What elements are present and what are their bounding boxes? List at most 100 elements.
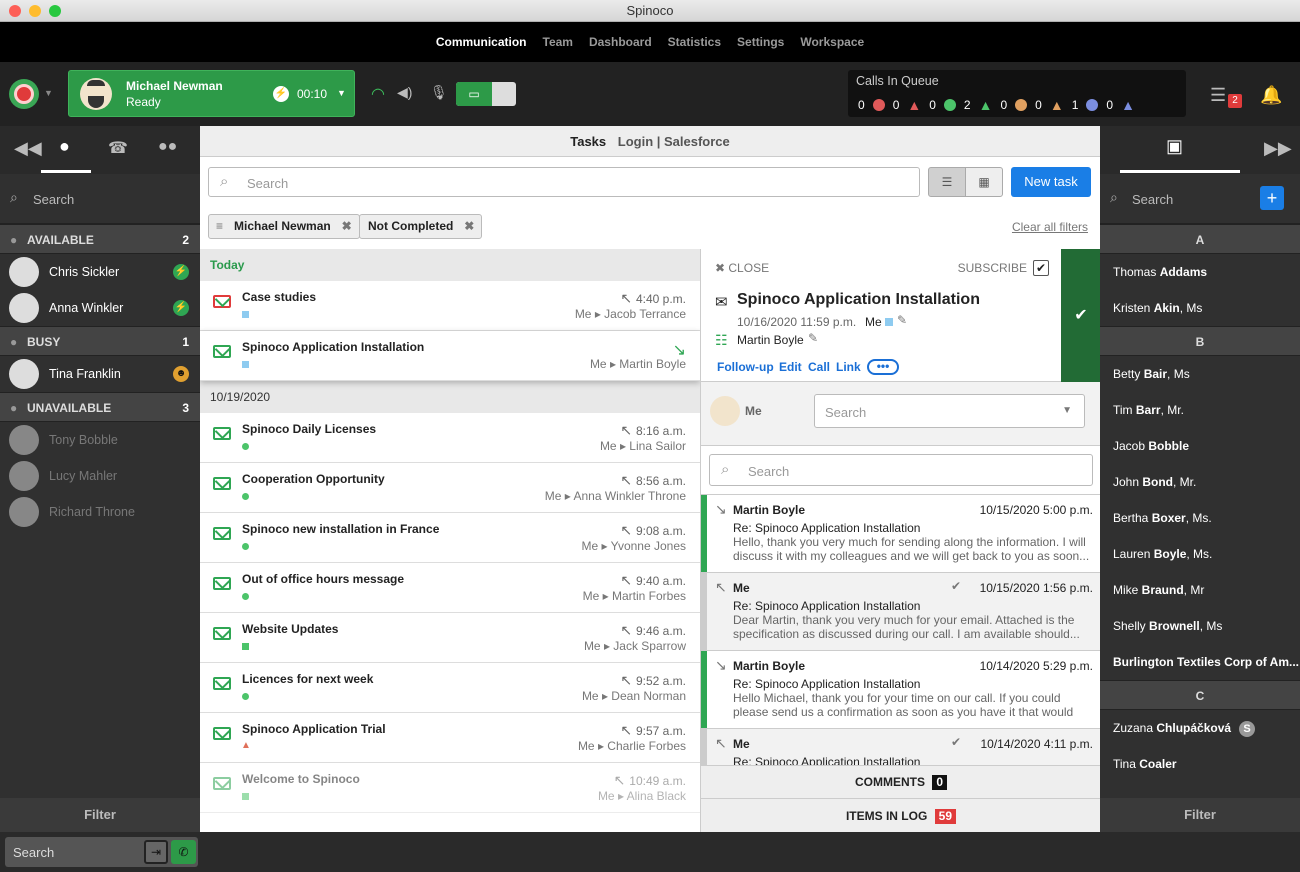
task-search-field[interactable]: ⌕ Search <box>208 167 920 197</box>
close-window-button[interactable] <box>9 5 21 17</box>
task-row[interactable]: Case studies ↖ 4:40 p.m. Me ▸ Jacob Terr… <box>200 281 700 331</box>
complete-checkmark-icon[interactable]: ✔ <box>1061 249 1101 382</box>
contact-item[interactable]: Jacob Bobble <box>1100 428 1300 464</box>
zoom-window-button[interactable] <box>49 5 61 17</box>
contact-item[interactable]: Mike Braund, Mr <box>1100 572 1300 608</box>
agent-card[interactable]: Michael Newman Ready ⚡ 00:10 ▼ <box>68 70 355 117</box>
task-time: ↖ 9:57 a.m. <box>620 722 686 739</box>
left-search[interactable]: ⌕ Search <box>0 174 200 224</box>
remove-filter-icon[interactable]: ✖ <box>342 215 352 238</box>
message-item[interactable]: ↘ Martin Boyle 10/15/2020 5:00 p.m. Re: … <box>701 495 1101 573</box>
task-row[interactable]: Spinoco new installation in France ↖ 9:0… <box>200 513 700 563</box>
task-list-icon[interactable]: ☰ <box>1210 85 1226 106</box>
task-row[interactable]: Spinoco Daily Licenses ↖ 8:16 a.m. Me ▸ … <box>200 413 700 463</box>
team-member[interactable]: Chris Sickler ⚡ <box>0 254 200 290</box>
edit-pencil-icon[interactable]: ✎ <box>808 331 818 345</box>
items-in-log-button[interactable]: ITEMS IN LOG 59 <box>701 798 1101 832</box>
task-time-text: 4:40 p.m. <box>635 292 686 306</box>
task-row[interactable]: Out of office hours message ↖ 9:40 a.m. … <box>200 563 700 613</box>
calendar-view-icon[interactable]: ▦ <box>965 167 1003 197</box>
right-search[interactable]: ⌕ Search + <box>1100 174 1300 224</box>
log-search-field[interactable]: ⌕ Search <box>709 454 1093 486</box>
contact-item[interactable]: Bertha Boxer, Ms. <box>1100 500 1300 536</box>
team-member[interactable]: Tina Franklin ☻ <box>0 356 200 392</box>
contact-item[interactable]: Tina Coaler <box>1100 746 1300 782</box>
dial-search-input[interactable]: Search <box>13 845 54 860</box>
group-icon[interactable]: ●● <box>158 138 177 156</box>
team-member[interactable]: Lucy Mahler <box>0 458 200 494</box>
filter-chip-status[interactable]: Not Completed ✖ <box>359 214 483 239</box>
follow-up-link[interactable]: Follow-up <box>717 360 774 374</box>
transfer-icon[interactable]: ⇥ <box>144 840 168 864</box>
task-row-selected[interactable]: Spinoco Application Installation ↘ Me ▸ … <box>200 331 700 381</box>
new-task-button[interactable]: New task <box>1011 167 1091 197</box>
subscribe-checkbox[interactable]: ✔ <box>1033 260 1049 276</box>
message-item[interactable]: ↘ Martin Boyle 10/14/2020 5:29 p.m. Re: … <box>701 651 1101 729</box>
contact-item[interactable]: John Bond, Mr. <box>1100 464 1300 500</box>
contact-item[interactable]: Burlington Textiles Corp of Am... <box>1100 644 1300 680</box>
team-member[interactable]: Richard Throne <box>0 494 200 530</box>
message-item[interactable]: ↖ Me ✔ 10/15/2020 1:56 p.m. Re: Spinoco … <box>701 573 1101 651</box>
status-dropdown-icon[interactable]: ▼ <box>44 88 53 98</box>
nav-settings[interactable]: Settings <box>737 35 784 49</box>
nav-communication[interactable]: Communication <box>436 35 527 49</box>
team-member[interactable]: Anna Winkler ⚡ <box>0 290 200 326</box>
contacts-book-icon[interactable]: ▣ <box>1166 136 1183 157</box>
group-header-unavailable[interactable]: ● UNAVAILABLE 3 <box>0 392 200 422</box>
nav-statistics[interactable]: Statistics <box>668 35 721 49</box>
collapse-left-icon[interactable]: ◀◀ <box>14 138 42 159</box>
task-row[interactable]: Welcome to Spinoco ↖ 10:49 a.m. Me ▸ Ali… <box>200 763 700 813</box>
task-row[interactable]: Website Updates ↖ 9:46 a.m. Me ▸ Jack Sp… <box>200 613 700 663</box>
status-toggle-icon[interactable] <box>9 79 39 109</box>
filter-chip-owner[interactable]: ≡ Michael Newman ✖ <box>208 214 360 239</box>
clear-filters-link[interactable]: Clear all filters <box>1012 220 1088 234</box>
bell-icon[interactable]: 🔔 <box>1260 85 1282 106</box>
left-filter-button[interactable]: Filter <box>0 798 200 832</box>
microphone-icon[interactable]: 🎙 <box>430 84 448 101</box>
screen-share-toggle[interactable]: ▭ <box>456 82 516 106</box>
add-contact-plus-icon[interactable]: + <box>1260 186 1284 210</box>
link-link[interactable]: Link <box>836 360 861 374</box>
contact-item[interactable]: Zuzana Chlupáčková S <box>1100 710 1300 746</box>
log-search-input[interactable]: Search <box>748 464 789 479</box>
minimize-window-button[interactable] <box>29 5 41 17</box>
group-header-busy[interactable]: ● BUSY 1 <box>0 326 200 356</box>
contact-item[interactable]: Betty Bair, Ms <box>1100 356 1300 392</box>
assignee-select[interactable]: Search ▼ <box>814 394 1085 428</box>
agent-dropdown-icon[interactable]: ▼ <box>337 88 346 98</box>
list-view-icon[interactable]: ☰ <box>928 167 966 197</box>
call-phone-icon[interactable]: ✆ <box>171 840 196 864</box>
task-search-input[interactable]: Search <box>247 176 288 191</box>
contact-item[interactable]: Tim Barr, Mr. <box>1100 392 1300 428</box>
salesforce-link[interactable]: Login | Salesforce <box>618 134 730 149</box>
person-icon[interactable]: ● <box>59 136 70 157</box>
close-detail-button[interactable]: ✖ CLOSE <box>715 261 769 275</box>
speaker-icon[interactable]: ◀) <box>397 84 412 101</box>
contact-item[interactable]: Shelly Brownell, Ms <box>1100 608 1300 644</box>
team-member[interactable]: Tony Bobble <box>0 422 200 458</box>
contact-search-input[interactable]: Search <box>1132 192 1173 207</box>
left-search-input[interactable]: Search <box>33 192 74 207</box>
expand-right-icon[interactable]: ▶▶ <box>1264 138 1292 159</box>
task-row[interactable]: Spinoco Application Trial ↖ 9:57 a.m. Me… <box>200 713 700 763</box>
nav-team[interactable]: Team <box>543 35 573 49</box>
contact-item[interactable]: Thomas Addams <box>1100 254 1300 290</box>
task-time-text: 8:16 a.m. <box>635 424 686 438</box>
nav-workspace[interactable]: Workspace <box>800 35 864 49</box>
remove-filter-icon[interactable]: ✖ <box>464 215 474 238</box>
more-actions-icon[interactable]: ••• <box>867 359 899 375</box>
message-item[interactable]: ↖ Me ✔ 10/14/2020 4:11 p.m. Re: Spinoco … <box>701 729 1101 765</box>
dial-search-field[interactable]: Search ⇥ ✆ <box>5 837 198 867</box>
task-row[interactable]: Licences for next week ↖ 9:52 a.m. Me ▸ … <box>200 663 700 713</box>
edit-pencil-icon[interactable]: ✎ <box>897 313 907 327</box>
right-filter-button[interactable]: Filter <box>1100 798 1300 832</box>
contact-item[interactable]: Kristen Akin, Ms <box>1100 290 1300 326</box>
phone-icon[interactable]: ☎ <box>108 138 128 158</box>
group-header-available[interactable]: ● AVAILABLE 2 <box>0 224 200 254</box>
comments-button[interactable]: COMMENTS 0 <box>701 765 1101 798</box>
call-link[interactable]: Call <box>808 360 830 374</box>
task-row[interactable]: Cooperation Opportunity ↖ 8:56 a.m. Me ▸… <box>200 463 700 513</box>
nav-dashboard[interactable]: Dashboard <box>589 35 652 49</box>
contact-item[interactable]: Lauren Boyle, Ms. <box>1100 536 1300 572</box>
edit-link[interactable]: Edit <box>779 360 802 374</box>
